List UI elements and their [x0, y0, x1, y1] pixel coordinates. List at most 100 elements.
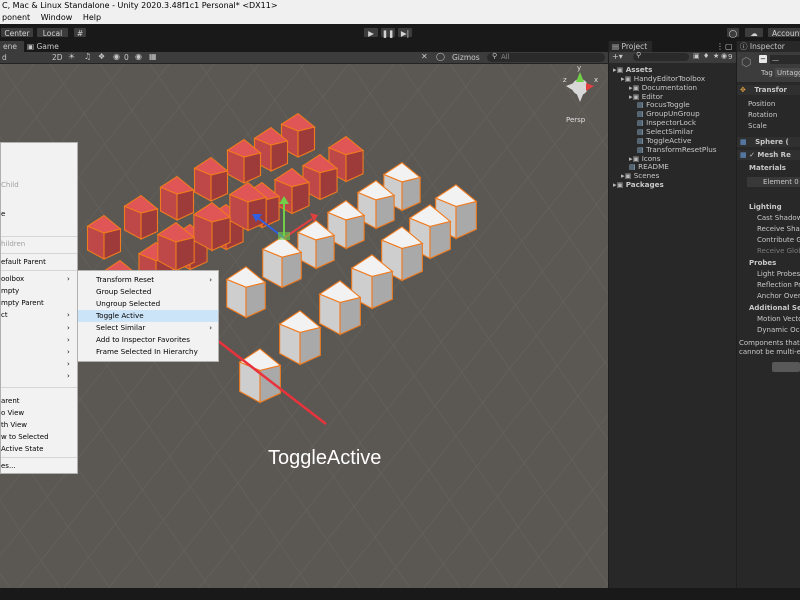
project-tree-item[interactable]: ▤ InspectorLock: [609, 118, 696, 127]
add-component-button[interactable]: [772, 362, 800, 372]
probes-label[interactable]: Probes: [737, 258, 800, 268]
context-item-align-with-view[interactable]: th View: [1, 421, 27, 430]
project-tree-item[interactable]: ▸▣ Documentation: [609, 83, 697, 92]
submenu-item-toggle-active[interactable]: Toggle Active: [78, 310, 218, 322]
lighting-icon[interactable]: ☀: [68, 52, 75, 61]
context-item-empty-parent[interactable]: mpty Parent: [1, 299, 44, 308]
sphere-filter-header[interactable]: ▦ Sphere (: [737, 137, 800, 147]
perspective-label[interactable]: Persp: [566, 116, 586, 124]
submenu-item-transform-reset[interactable]: Transform Reset ›: [78, 274, 218, 286]
project-tree-item[interactable]: ▤ README: [609, 162, 669, 171]
project-tree-item[interactable]: ▸▣ Scenes: [609, 171, 659, 180]
scene-cube[interactable]: [278, 310, 322, 366]
pause-button[interactable]: ❚❚: [380, 27, 396, 38]
element-0-field[interactable]: Element 0: [747, 177, 800, 187]
scene-cube[interactable]: [123, 194, 159, 240]
enabled-checkmark-icon[interactable]: ✓: [749, 151, 755, 159]
scene-cube[interactable]: [193, 156, 229, 202]
submenu-item-group-selected[interactable]: Group Selected: [78, 286, 218, 298]
project-tree-item[interactable]: ▤ SelectSimilar: [609, 127, 693, 136]
active-checkbox[interactable]: −: [759, 55, 767, 63]
project-tree-item[interactable]: ▸▣ Icons: [609, 154, 660, 163]
project-tree-item[interactable]: ▸▣ Packages: [609, 180, 664, 189]
orientation-y-cone[interactable]: [576, 72, 584, 82]
tab-game[interactable]: ▣ Game: [24, 41, 62, 52]
context-item-e[interactable]: e: [1, 210, 5, 219]
context-item-toggle-active-state[interactable]: Active State: [1, 445, 43, 454]
context-item-default-parent[interactable]: efault Parent: [1, 258, 46, 267]
menu-component[interactable]: ponent: [2, 13, 30, 22]
orientation-gizmo[interactable]: z y x Persp: [563, 64, 598, 124]
favorites-icon[interactable]: ★: [713, 52, 719, 60]
lighting-label[interactable]: Lighting: [737, 202, 800, 212]
lock-icon[interactable]: ▢: [725, 41, 733, 52]
orientation-x-neg-cone[interactable]: [566, 83, 574, 91]
create-plus-icon[interactable]: +▾: [612, 52, 623, 61]
project-search-input[interactable]: ⚲: [633, 51, 689, 61]
tag-dropdown[interactable]: Untagg: [775, 68, 800, 77]
transform-icon[interactable]: ◯: [436, 52, 445, 61]
context-item-parent[interactable]: arent: [1, 397, 20, 406]
gizmos-dropdown[interactable]: Gizmos: [452, 53, 480, 62]
shading-mode-dropdown[interactable]: d: [2, 53, 7, 62]
submenu-item-ungroup-selected[interactable]: Ungroup Selected: [78, 298, 218, 310]
scene-cube[interactable]: [225, 266, 267, 319]
additional-settings-label[interactable]: Additional Setti: [737, 303, 800, 313]
gameobject-name-field[interactable]: —: [770, 55, 800, 64]
tab-project[interactable]: ▤ Project: [609, 41, 652, 52]
context-item-properties[interactable]: es...: [1, 462, 16, 471]
tab-scene[interactable]: ene: [0, 41, 24, 52]
audio-icon[interactable]: ♫: [84, 52, 91, 61]
mesh-renderer-header[interactable]: ▦ ✓ Mesh Re: [737, 150, 800, 160]
gizmo-plane-handle[interactable]: [278, 232, 290, 240]
hidden-objects-icon[interactable]: ◉: [113, 52, 120, 61]
project-tree-item[interactable]: ▸▣ HandyEditorToolbox: [609, 74, 705, 83]
tools-icon[interactable]: ✕: [421, 52, 428, 61]
grid-toggle-icon[interactable]: ▦: [149, 52, 157, 61]
panel-menu-icon[interactable]: ⋮: [716, 41, 724, 52]
grid-snap-button[interactable]: #: [73, 27, 87, 38]
scene-cube[interactable]: [261, 236, 303, 289]
mode-2d-toggle[interactable]: 2D: [52, 53, 63, 62]
menu-help[interactable]: Help: [83, 13, 101, 22]
collab-button[interactable]: ◯: [726, 27, 740, 38]
scene-cube[interactable]: [86, 214, 122, 260]
context-item-align-view-to-selected[interactable]: w to Selected: [1, 433, 49, 442]
project-tree-item[interactable]: ▸▣ Editor: [609, 92, 663, 101]
hidden-packages-icon[interactable]: ◉: [721, 52, 727, 60]
context-item-children[interactable]: hildren: [1, 240, 25, 249]
context-item-empty[interactable]: mpty: [1, 287, 19, 296]
space-local-button[interactable]: Local: [36, 27, 69, 38]
project-tree-item[interactable]: ▤ GroupUnGroup: [609, 109, 700, 118]
materials-label[interactable]: Materials: [737, 163, 800, 173]
cloud-button[interactable]: ☁: [744, 27, 764, 38]
camera-icon[interactable]: ◉: [135, 52, 142, 61]
orientation-y-neg-cone[interactable]: [576, 92, 584, 102]
submenu-item-select-similar[interactable]: Select Similar ›: [78, 322, 218, 334]
context-item-create-child[interactable]: Child: [1, 181, 19, 190]
annotation-label: ToggleActive: [268, 447, 382, 469]
transform-component-header[interactable]: ✥ Transfor: [737, 85, 800, 95]
scene-cube[interactable]: [238, 348, 282, 404]
menu-window[interactable]: Window: [41, 13, 73, 22]
play-button[interactable]: ▶: [363, 27, 379, 38]
project-tree-item[interactable]: ▤ FocusToggle: [609, 100, 690, 109]
step-button[interactable]: ▶|: [397, 27, 413, 38]
pivot-center-button[interactable]: Center: [0, 27, 34, 38]
submenu-item-frame-selected[interactable]: Frame Selected In Hierarchy: [78, 346, 218, 358]
account-button[interactable]: Account: [767, 27, 800, 38]
scene-cube[interactable]: [159, 175, 195, 221]
orientation-x-cone[interactable]: [586, 83, 594, 91]
effects-icon[interactable]: ❖: [98, 52, 105, 61]
context-item-toolbox[interactable]: oolbox: [1, 275, 24, 284]
project-tree-item[interactable]: ▸▣ Assets: [609, 65, 652, 74]
project-tree-item[interactable]: ▤ TransformResetPlus: [609, 145, 717, 154]
filter-type-icon[interactable]: ▣: [693, 52, 700, 60]
context-item-object[interactable]: ct: [1, 311, 8, 320]
project-tree-item[interactable]: ▤ ToggleActive: [609, 136, 691, 145]
tab-inspector[interactable]: ⓘ Inspector: [737, 41, 800, 52]
submenu-item-add-inspector-favorites[interactable]: Add to Inspector Favorites: [78, 334, 218, 346]
context-item-move-to-view[interactable]: o View: [1, 409, 24, 418]
scene-search-input[interactable]: ⚲ All: [487, 52, 605, 62]
filter-label-icon[interactable]: ♦: [703, 52, 709, 60]
